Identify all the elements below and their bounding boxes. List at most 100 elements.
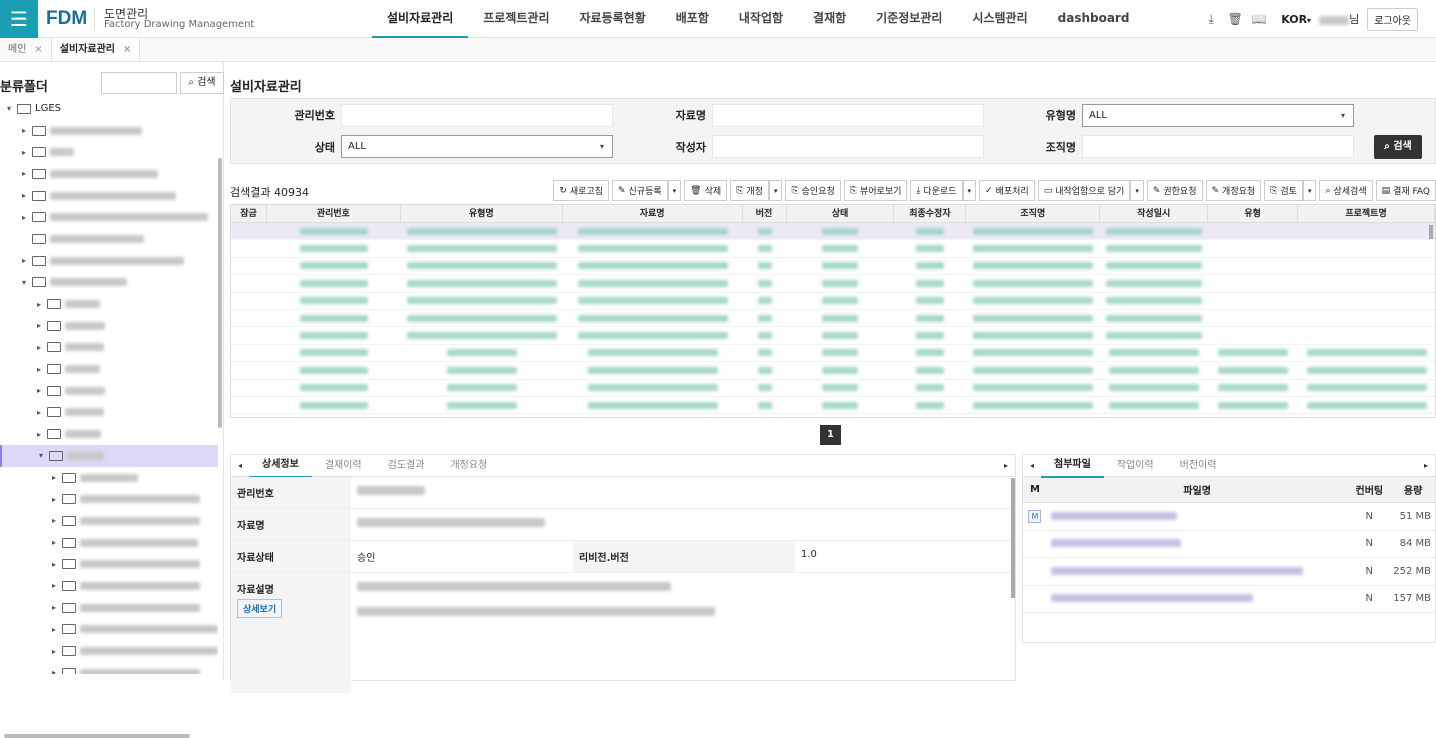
caret-down-icon[interactable]: ▾ <box>962 180 977 201</box>
file-row[interactable]: N 84 MB <box>1023 531 1435 558</box>
chevron-right-icon[interactable]: ▸ <box>49 473 59 482</box>
chevron-down-icon[interactable]: ▾ <box>4 104 14 113</box>
caret-down-icon[interactable]: ▾ <box>768 180 783 201</box>
toolbar-button-5[interactable]: ⎘ 뷰어로보기 <box>843 180 908 201</box>
tree-node[interactable]: ▸ <box>0 250 218 272</box>
chevron-right-icon[interactable]: ▸ <box>49 516 59 525</box>
column-header[interactable]: 버전 <box>743 205 787 222</box>
chevron-right-icon[interactable]: ▸ <box>19 191 29 200</box>
tree-node[interactable]: ▸ <box>0 619 218 641</box>
chevron-right-icon[interactable]: ▸ <box>34 321 44 330</box>
table-row[interactable] <box>231 397 1435 415</box>
type-select[interactable]: ALL ▾ <box>1082 104 1354 127</box>
arrow-right-icon[interactable]: ▸ <box>1417 461 1435 470</box>
tree-node[interactable]: ▸ <box>0 293 218 315</box>
tree-node[interactable]: ▸ <box>0 163 218 185</box>
table-row[interactable] <box>231 223 1435 241</box>
download-icon[interactable]: ⤓ <box>1203 11 1219 27</box>
tree-node[interactable]: ▾ <box>0 445 218 467</box>
column-header[interactable]: 프로젝트명 <box>1298 205 1435 222</box>
file-name[interactable] <box>1047 593 1348 604</box>
tree-node[interactable]: ▸ <box>0 358 218 380</box>
table-row[interactable] <box>231 310 1435 328</box>
tree-hscrollbar[interactable] <box>4 734 190 738</box>
detail-tab-1[interactable]: 결재이력 <box>312 455 375 477</box>
chevron-right-icon[interactable]: ▸ <box>34 300 44 309</box>
tree-node[interactable]: ▸ <box>0 575 218 597</box>
page-button-1[interactable]: 1 <box>820 425 841 445</box>
logout-button[interactable]: 로그아웃 <box>1367 7 1418 31</box>
nav-item-5[interactable]: 결재함 <box>798 0 861 38</box>
nav-item-0[interactable]: 설비자료관리 <box>372 0 469 38</box>
file-name[interactable] <box>1047 538 1348 549</box>
tree-node[interactable]: ▸ <box>0 120 218 142</box>
toolbar-button-9[interactable]: ✎ 권한요청 <box>1146 180 1203 201</box>
caret-down-icon[interactable]: ▾ <box>1130 180 1144 201</box>
status-select[interactable]: ALL ▾ <box>341 135 613 158</box>
table-row[interactable] <box>231 293 1435 310</box>
table-row[interactable] <box>231 380 1435 397</box>
tree-node[interactable]: ▾ <box>0 272 218 294</box>
chevron-right-icon[interactable]: ▸ <box>34 343 44 352</box>
file-name[interactable] <box>1047 511 1348 522</box>
column-header[interactable]: 작성일시 <box>1100 205 1209 222</box>
logo[interactable]: FDM <box>46 8 87 30</box>
file-column-header[interactable]: M <box>1023 484 1047 495</box>
toolbar-button-6[interactable]: ⤓ 다운로드 <box>910 180 963 201</box>
tree-node-root[interactable]: ▾ LGES <box>0 98 218 120</box>
toolbar-button-0[interactable]: ↻ 새로고침 <box>553 180 609 201</box>
toolbar-button-4[interactable]: ⎘ 승인요청 <box>785 180 841 201</box>
folder-search-button[interactable]: ⌕ 검색 <box>180 72 224 94</box>
column-header[interactable]: 자료명 <box>563 205 743 222</box>
toolbar-button-3[interactable]: ⎘ 개정 <box>730 180 769 201</box>
chevron-right-icon[interactable]: ▸ <box>49 560 59 569</box>
toolbar-button-13[interactable]: ▤ 결재 FAQ <box>1375 180 1436 201</box>
tree-node[interactable]: ▸ <box>0 640 218 662</box>
toolbar-button-10[interactable]: ✎ 개정요청 <box>1205 180 1262 201</box>
tree-node[interactable]: ▸ <box>0 532 218 554</box>
tree-node[interactable]: ▸ <box>0 488 218 510</box>
tree-node[interactable]: ▸ <box>0 185 218 207</box>
nav-item-6[interactable]: 기준정보관리 <box>861 0 957 38</box>
chevron-right-icon[interactable]: ▸ <box>19 169 29 178</box>
tree-node[interactable]: ▸ <box>0 337 218 359</box>
caret-down-icon[interactable]: ▾ <box>1302 180 1317 201</box>
tree-node[interactable]: ▸ <box>0 423 218 445</box>
tree-node[interactable]: ▸ <box>0 553 218 575</box>
column-header[interactable]: 조직명 <box>966 205 1101 222</box>
detail-tab-0[interactable]: 상세정보 <box>249 454 312 478</box>
table-row[interactable] <box>231 327 1435 345</box>
column-header[interactable]: 유형 <box>1208 205 1299 222</box>
chevron-right-icon[interactable]: ▸ <box>49 647 59 656</box>
org-input[interactable] <box>1082 135 1354 158</box>
chevron-down-icon[interactable]: ▾ <box>36 451 46 460</box>
nav-item-7[interactable]: 시스템관리 <box>957 0 1042 38</box>
toolbar-button-7[interactable]: ✓ 배포처리 <box>979 180 1035 201</box>
tree-node[interactable]: ▸ <box>0 597 218 619</box>
nav-item-2[interactable]: 자료등록현황 <box>565 0 661 38</box>
tree-node[interactable] <box>0 228 218 250</box>
doc-name-input[interactable] <box>712 104 984 127</box>
file-tab-1[interactable]: 작업이력 <box>1104 455 1167 477</box>
nav-item-3[interactable]: 배포함 <box>661 0 724 38</box>
chevron-right-icon[interactable]: ▸ <box>49 581 59 590</box>
table-row[interactable] <box>231 275 1435 293</box>
chevron-right-icon[interactable]: ▸ <box>49 668 59 674</box>
book-icon[interactable]: 📖 <box>1251 11 1267 27</box>
file-tab-2[interactable]: 버전이력 <box>1167 455 1230 477</box>
chevron-right-icon[interactable]: ▸ <box>34 365 44 374</box>
file-row[interactable]: M N 51 MB <box>1023 503 1435 531</box>
file-column-header[interactable]: 파일명 <box>1047 482 1348 497</box>
page-tab-1[interactable]: 설비자료관리 × <box>50 38 141 61</box>
chevron-right-icon[interactable]: ▸ <box>49 603 59 612</box>
tree-node[interactable]: ▸ <box>0 206 218 228</box>
file-column-header[interactable]: 컨버팅 <box>1347 482 1391 497</box>
toolbar-button-12[interactable]: ⌕ 상세검색 <box>1319 180 1373 201</box>
grid-scrollbar[interactable] <box>1429 225 1433 239</box>
tree-node[interactable]: ▸ <box>0 402 218 424</box>
toolbar-button-2[interactable]: 🗑 삭제 <box>684 180 728 201</box>
chevron-right-icon[interactable]: ▸ <box>49 495 59 504</box>
chevron-right-icon[interactable]: ▸ <box>34 386 44 395</box>
table-row[interactable] <box>231 258 1435 276</box>
tree-node[interactable]: ▸ <box>0 141 218 163</box>
